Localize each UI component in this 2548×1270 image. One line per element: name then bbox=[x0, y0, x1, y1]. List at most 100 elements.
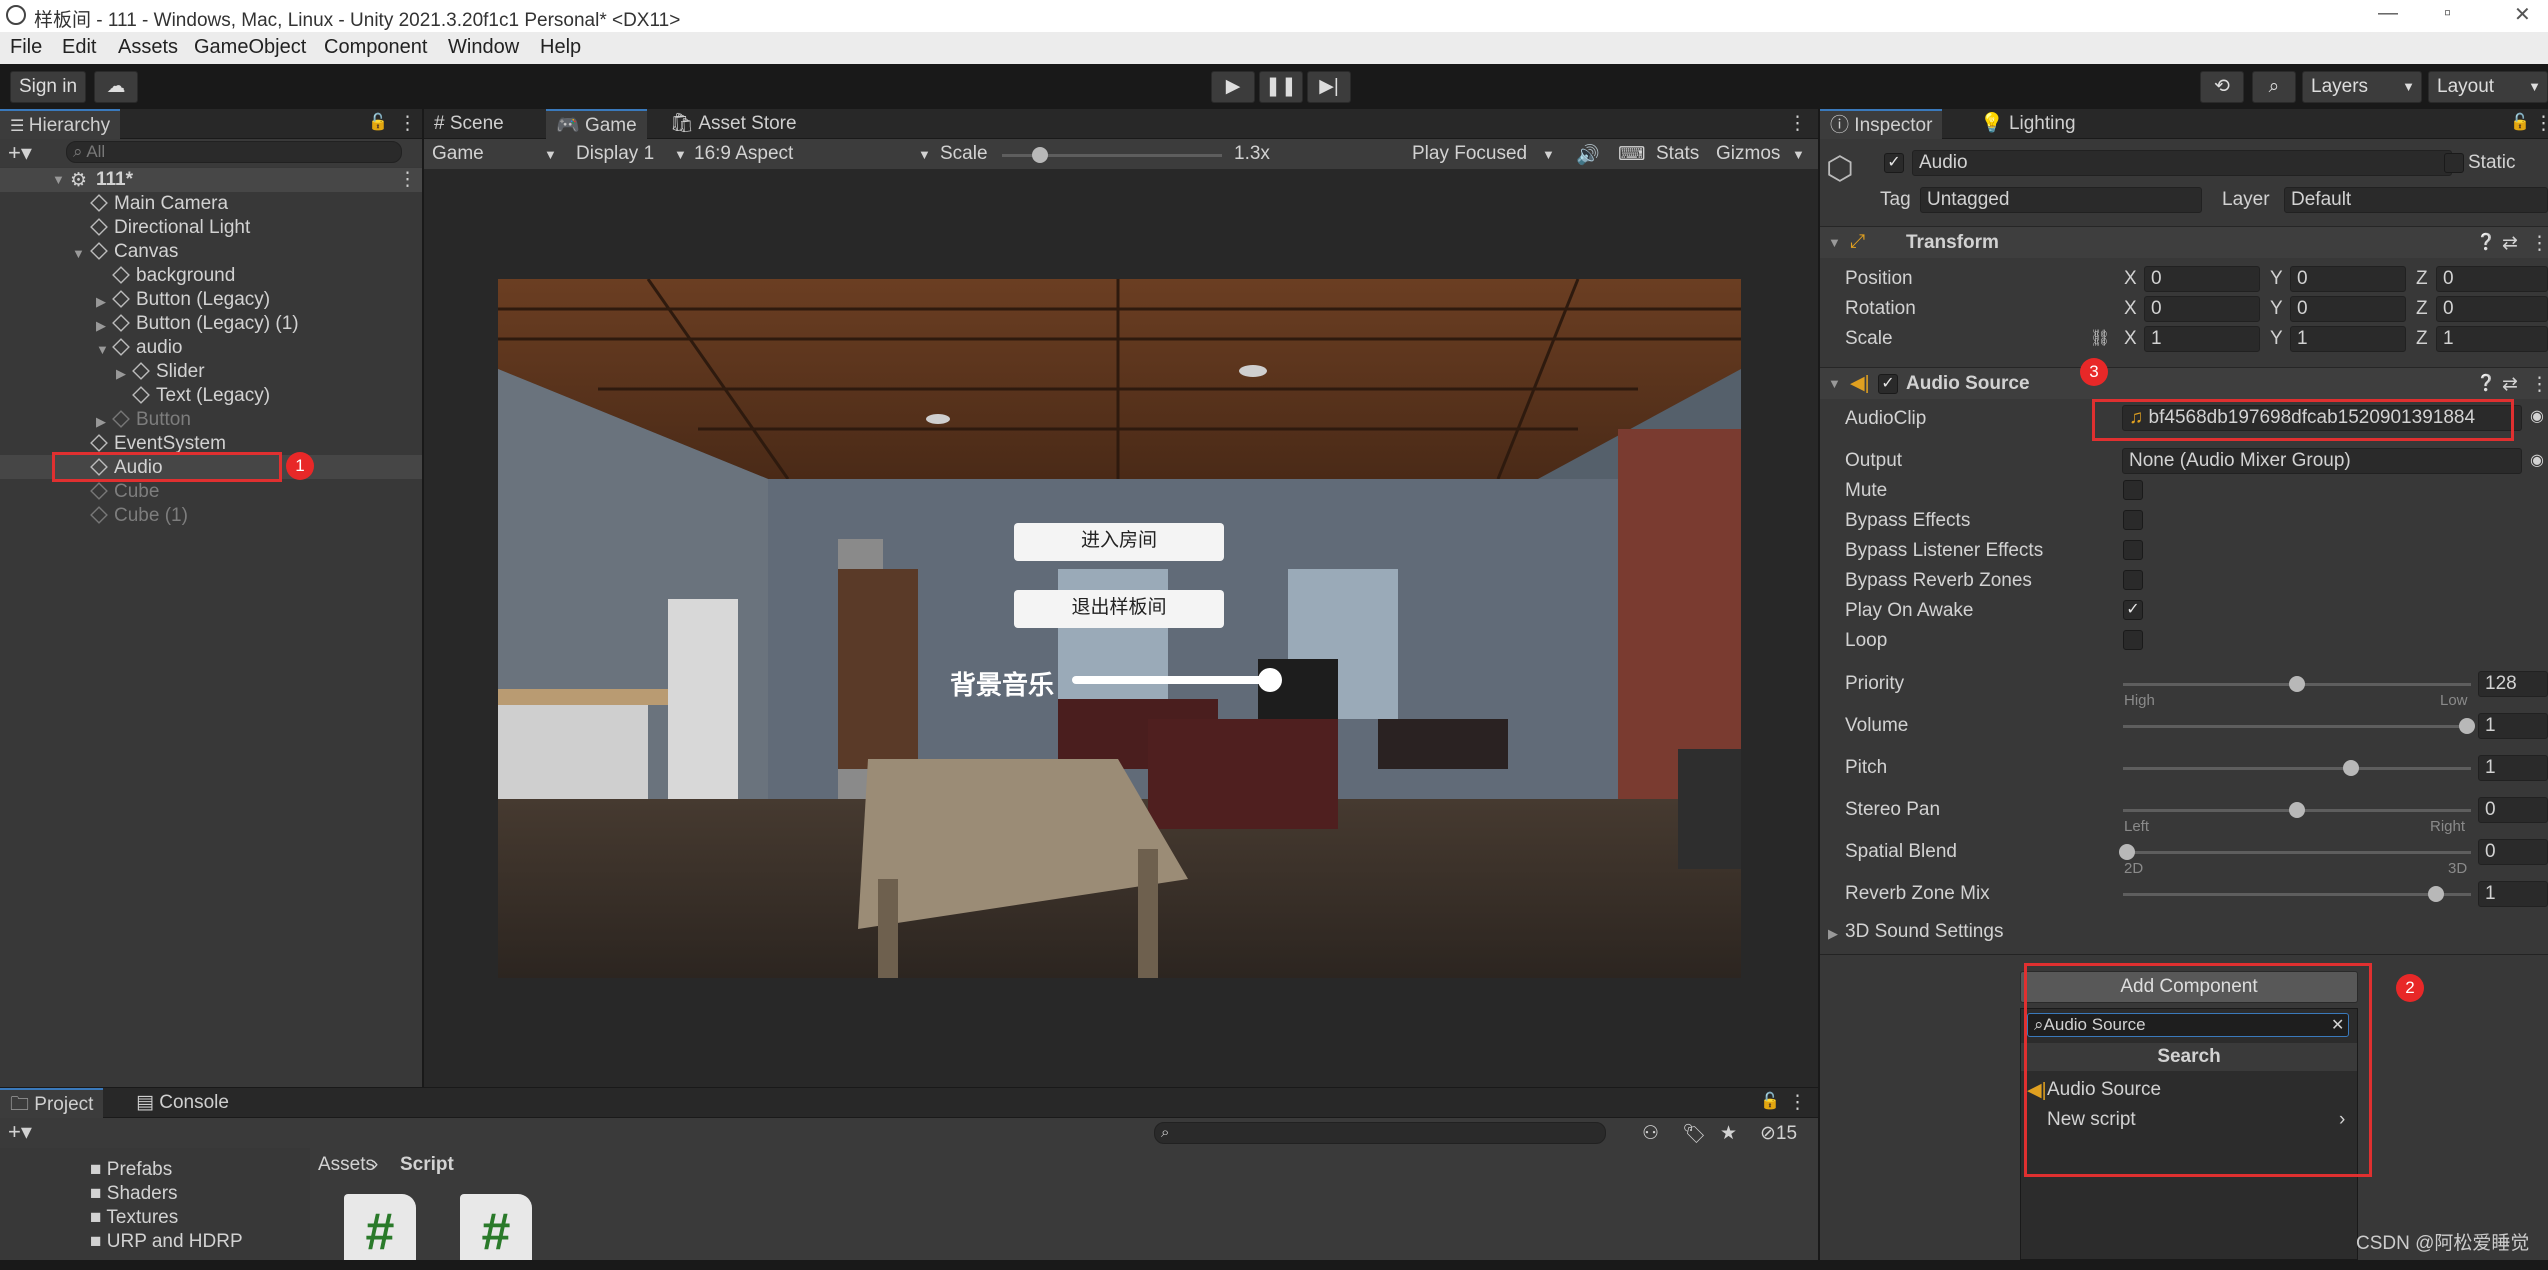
more-icon[interactable]: ⋮ bbox=[2534, 112, 2548, 135]
layout-dropdown[interactable]: Layout ▼ bbox=[2428, 71, 2548, 103]
link-icon[interactable]: ⛓ bbox=[2090, 328, 2110, 348]
more-icon[interactable]: ⋮ bbox=[398, 168, 417, 191]
tab-hierarchy[interactable]: ☰ Hierarchy bbox=[0, 109, 121, 139]
hierarchy-item[interactable]: Directional Light bbox=[90, 216, 250, 240]
scale-slider[interactable] bbox=[1002, 147, 1222, 163]
preset-icon[interactable]: ⇄ bbox=[2502, 232, 2518, 255]
more-icon[interactable]: ⋮ bbox=[2530, 373, 2548, 396]
hierarchy-item[interactable]: Button (Legacy) bbox=[112, 288, 270, 312]
position-y-field[interactable]: 0 bbox=[2290, 266, 2406, 292]
hierarchy-item[interactable]: Slider bbox=[132, 360, 205, 384]
folder-item[interactable]: ■ Prefabs bbox=[90, 1158, 172, 1182]
menu-help[interactable]: Help bbox=[540, 36, 581, 59]
aspect-dropdown[interactable]: 16:9 Aspect ▼ bbox=[694, 143, 931, 165]
tab-game[interactable]: 🎮 Game bbox=[546, 109, 647, 139]
component-enabled-checkbox[interactable]: ✓ bbox=[1878, 374, 1898, 394]
keyboard-icon[interactable]: ⌨ bbox=[1618, 143, 1645, 166]
exit-showroom-button[interactable]: 退出样板间 bbox=[1014, 590, 1224, 628]
sign-in-button[interactable]: Sign in bbox=[10, 71, 86, 103]
speaker-icon[interactable]: 🔊 bbox=[1576, 143, 1600, 167]
menu-window[interactable]: Window bbox=[448, 36, 519, 59]
project-search-input[interactable]: ⌕ bbox=[1154, 1122, 1606, 1144]
tab-lighting[interactable]: 💡 Lighting bbox=[1970, 109, 2086, 139]
3d-sound-settings-foldout[interactable]: 3D Sound Settings bbox=[1845, 921, 2003, 943]
spatial-blend-slider[interactable] bbox=[2119, 844, 2471, 860]
position-z-field[interactable]: 0 bbox=[2436, 266, 2548, 292]
expand-arrow-icon[interactable]: ▼ bbox=[96, 342, 109, 357]
spatial-blend-slider-knob[interactable] bbox=[2119, 844, 2135, 860]
bypass-effects-checkbox[interactable] bbox=[2123, 510, 2143, 530]
scale-x-field[interactable]: 1 bbox=[2144, 326, 2260, 352]
hierarchy-item[interactable]: Main Camera bbox=[90, 192, 228, 216]
play-button[interactable]: ▶ bbox=[1211, 71, 1255, 103]
maximize-icon[interactable]: ▫ bbox=[2444, 2, 2451, 25]
scale-y-field[interactable]: 1 bbox=[2290, 326, 2406, 352]
pitch-slider[interactable] bbox=[2123, 760, 2471, 776]
volume-slider-knob[interactable] bbox=[2459, 718, 2475, 734]
loop-checkbox[interactable] bbox=[2123, 630, 2143, 650]
tag-dropdown[interactable]: Untagged bbox=[1920, 187, 2202, 213]
scale-slider-knob[interactable] bbox=[1032, 147, 1048, 163]
hidden-count[interactable]: ⊘15 bbox=[1760, 1122, 1797, 1145]
step-button[interactable]: ▶| bbox=[1307, 71, 1351, 103]
more-icon[interactable]: ⋮ bbox=[398, 112, 417, 135]
close-icon[interactable]: ✕ bbox=[2514, 2, 2531, 27]
help-icon[interactable]: ❔ bbox=[2476, 232, 2496, 252]
more-icon[interactable]: ⋮ bbox=[1788, 112, 1807, 135]
reverb-zone-mix-slider[interactable] bbox=[2123, 886, 2471, 902]
reverb-zone-mix-field[interactable]: 1 bbox=[2478, 881, 2548, 907]
expand-arrow-icon[interactable]: ▼ bbox=[52, 172, 65, 187]
breadcrumb-assets[interactable]: Assets bbox=[318, 1154, 375, 1176]
favorite-icon[interactable]: ★ bbox=[1720, 1122, 1737, 1145]
hierarchy-item[interactable]: Cube bbox=[90, 480, 159, 504]
lock-icon[interactable]: 🔓 bbox=[2510, 112, 2530, 132]
add-icon[interactable]: +▾ bbox=[8, 1119, 32, 1145]
breadcrumb-script[interactable]: Script bbox=[400, 1154, 454, 1176]
filter-label-icon[interactable]: 🏷 bbox=[1682, 1122, 1706, 1146]
more-icon[interactable]: ⋮ bbox=[1788, 1091, 1807, 1114]
foldout-arrow-icon[interactable]: ▶ bbox=[1828, 926, 1838, 942]
layers-dropdown[interactable]: Layers ▼ bbox=[2302, 71, 2422, 103]
scene-row[interactable]: ▼ ⚙ 111* ⋮ bbox=[0, 168, 422, 192]
expand-arrow-icon[interactable]: ▼ bbox=[72, 246, 85, 261]
lock-icon[interactable]: 🔓 bbox=[1760, 1091, 1780, 1111]
stereo-pan-slider-knob[interactable] bbox=[2289, 802, 2305, 818]
help-icon[interactable]: ❔ bbox=[2476, 373, 2496, 393]
menu-gameobject[interactable]: GameObject bbox=[194, 36, 306, 59]
menu-edit[interactable]: Edit bbox=[62, 36, 96, 59]
object-name-field[interactable]: Audio bbox=[1912, 150, 2452, 176]
audio-source-header[interactable]: ▼ ◀| ✓ Audio Source ❔ ⇄ ⋮ bbox=[1820, 367, 2548, 399]
priority-slider-knob[interactable] bbox=[2289, 676, 2305, 692]
bypass-listener-checkbox[interactable] bbox=[2123, 540, 2143, 560]
tab-asset-store[interactable]: 🛍 Asset Store bbox=[660, 109, 807, 139]
scale-z-field[interactable]: 1 bbox=[2436, 326, 2548, 352]
tab-project[interactable]: 🗀 Project bbox=[0, 1088, 104, 1118]
bypass-reverb-checkbox[interactable] bbox=[2123, 570, 2143, 590]
gizmos-button[interactable]: Gizmos ▼ bbox=[1716, 143, 1805, 165]
expand-arrow-icon[interactable]: ▶ bbox=[96, 318, 106, 334]
game-mode-dropdown[interactable]: Game ▼ bbox=[432, 143, 557, 165]
display-dropdown[interactable]: Display 1 ▼ bbox=[576, 143, 687, 165]
play-focused-dropdown[interactable]: Play Focused ▼ bbox=[1412, 143, 1555, 165]
output-field[interactable]: None (Audio Mixer Group) bbox=[2122, 448, 2522, 474]
expand-arrow-icon[interactable]: ▶ bbox=[96, 414, 106, 430]
script-asset-icon[interactable]: # bbox=[460, 1194, 532, 1261]
filter-type-icon[interactable]: ⚇ bbox=[1642, 1122, 1659, 1145]
search-icon[interactable]: ⌕ bbox=[2252, 71, 2296, 103]
stereo-pan-field[interactable]: 0 bbox=[2478, 797, 2548, 823]
hierarchy-item[interactable]: Text (Legacy) bbox=[132, 384, 270, 408]
bgm-slider-knob[interactable] bbox=[1258, 668, 1282, 692]
bgm-slider[interactable] bbox=[1072, 668, 1282, 692]
hierarchy-item[interactable]: Button bbox=[112, 408, 191, 432]
script-asset-icon[interactable]: # bbox=[344, 1194, 416, 1261]
stats-button[interactable]: Stats bbox=[1656, 143, 1699, 165]
hierarchy-item[interactable]: audio bbox=[112, 336, 183, 360]
layer-dropdown[interactable]: Default bbox=[2284, 187, 2548, 213]
menu-file[interactable]: File bbox=[10, 36, 42, 59]
priority-field[interactable]: 128 bbox=[2478, 671, 2548, 697]
lock-icon[interactable]: 🔓 bbox=[368, 112, 388, 132]
folder-item[interactable]: ■ Shaders bbox=[90, 1182, 178, 1206]
object-picker-icon[interactable]: ◉ bbox=[2530, 450, 2544, 470]
more-icon[interactable]: ⋮ bbox=[2530, 232, 2548, 255]
rotation-z-field[interactable]: 0 bbox=[2436, 296, 2548, 322]
